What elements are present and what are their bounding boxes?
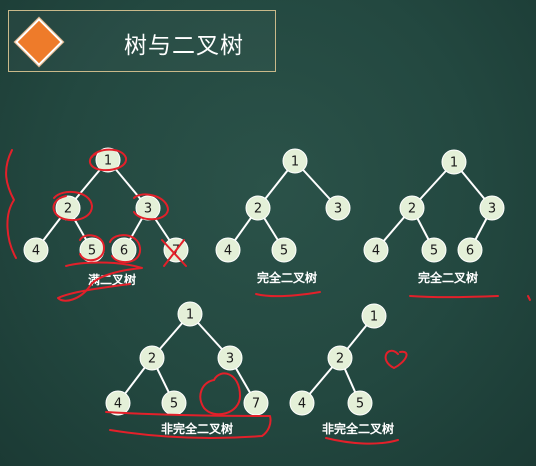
tree-node-label: 5 — [280, 244, 288, 259]
tree5-caption: 非完全二叉树 — [322, 421, 394, 436]
tree-node-label: 1 — [450, 156, 458, 171]
tree-node-label: 6 — [120, 244, 128, 259]
tree2-node-1: 1 — [282, 148, 308, 174]
tree2-node-4: 4 — [215, 237, 241, 263]
annotation-underline-caption-5 — [325, 437, 399, 445]
tree5-node-2: 2 — [327, 345, 353, 371]
tree2-caption: 完全二叉树 — [257, 270, 317, 285]
tree3-node-1: 1 — [441, 149, 467, 175]
tree-node-label: 7 — [252, 397, 260, 412]
tree4-node-1: 1 — [177, 301, 203, 327]
tree-node-label: 1 — [291, 155, 299, 170]
tree4-node-7: 7 — [243, 390, 269, 416]
annotation-heart — [384, 349, 408, 369]
tree-node-label: 1 — [186, 308, 194, 323]
tree5-node-5: 5 — [347, 390, 373, 416]
tree-node-label: 4 — [298, 397, 306, 412]
tree5-node-4: 4 — [289, 390, 315, 416]
tree-node-label: 3 — [334, 202, 342, 217]
tree-node-label: 5 — [356, 397, 364, 412]
annotation-underline-caption-3 — [409, 295, 499, 299]
tree1-node-4: 4 — [23, 237, 49, 263]
tree-node-label: 5 — [430, 244, 438, 259]
tree-node-label: 2 — [148, 352, 156, 367]
tree-node-label: 4 — [372, 244, 380, 259]
tree-node-label: 6 — [466, 244, 474, 259]
tree-node-label: 1 — [104, 154, 112, 169]
tree4-caption: 非完全二叉树 — [161, 421, 233, 436]
tree1-node-6: 6 — [111, 237, 137, 263]
annotation-dot-right — [527, 295, 531, 301]
tree5-node-1: 1 — [361, 303, 387, 329]
tree-node-label: 1 — [370, 310, 378, 325]
tree-node-label: 4 — [114, 397, 122, 412]
annotation-left-bracket — [5, 149, 17, 259]
tree3-node-3: 3 — [479, 195, 505, 221]
tree-node-label: 3 — [144, 202, 152, 217]
tree-node-label: 3 — [488, 202, 496, 217]
tree3-node-2: 2 — [399, 195, 425, 221]
tree4-node-5: 5 — [161, 390, 187, 416]
tree2-node-3: 3 — [325, 195, 351, 221]
tree-node-label: 5 — [170, 397, 178, 412]
tree-node-label: 2 — [408, 202, 416, 217]
tree4-node-3: 3 — [217, 345, 243, 371]
tree2-node-5: 5 — [271, 237, 297, 263]
tree-node-label: 4 — [224, 244, 232, 259]
tree3-node-6: 6 — [457, 237, 483, 263]
slide: 树与二叉树 1234567123451234561234571245 满二叉树完… — [0, 0, 536, 466]
tree-node-label: 5 — [88, 244, 96, 259]
tree-node-label: 3 — [226, 352, 234, 367]
tree-node-label: 2 — [64, 202, 72, 217]
tree3-node-5: 5 — [421, 237, 447, 263]
tree4-node-2: 2 — [139, 345, 165, 371]
tree3-caption: 完全二叉树 — [418, 270, 478, 285]
tree-node-label: 4 — [32, 244, 40, 259]
tree-node-label: 2 — [336, 352, 344, 367]
tree-node-label: 2 — [254, 202, 262, 217]
tree-diagram: 12 34 5 6 712 34 512 34 5 612 34 5 7124 5 满二叉树 完全二叉树 完全… — [5, 147, 531, 445]
annotation-circle-missing-node — [199, 372, 241, 416]
annotation-underline-caption-2 — [255, 291, 321, 298]
tree2-node-2: 2 — [245, 195, 271, 221]
tree3-node-4: 4 — [363, 237, 389, 263]
